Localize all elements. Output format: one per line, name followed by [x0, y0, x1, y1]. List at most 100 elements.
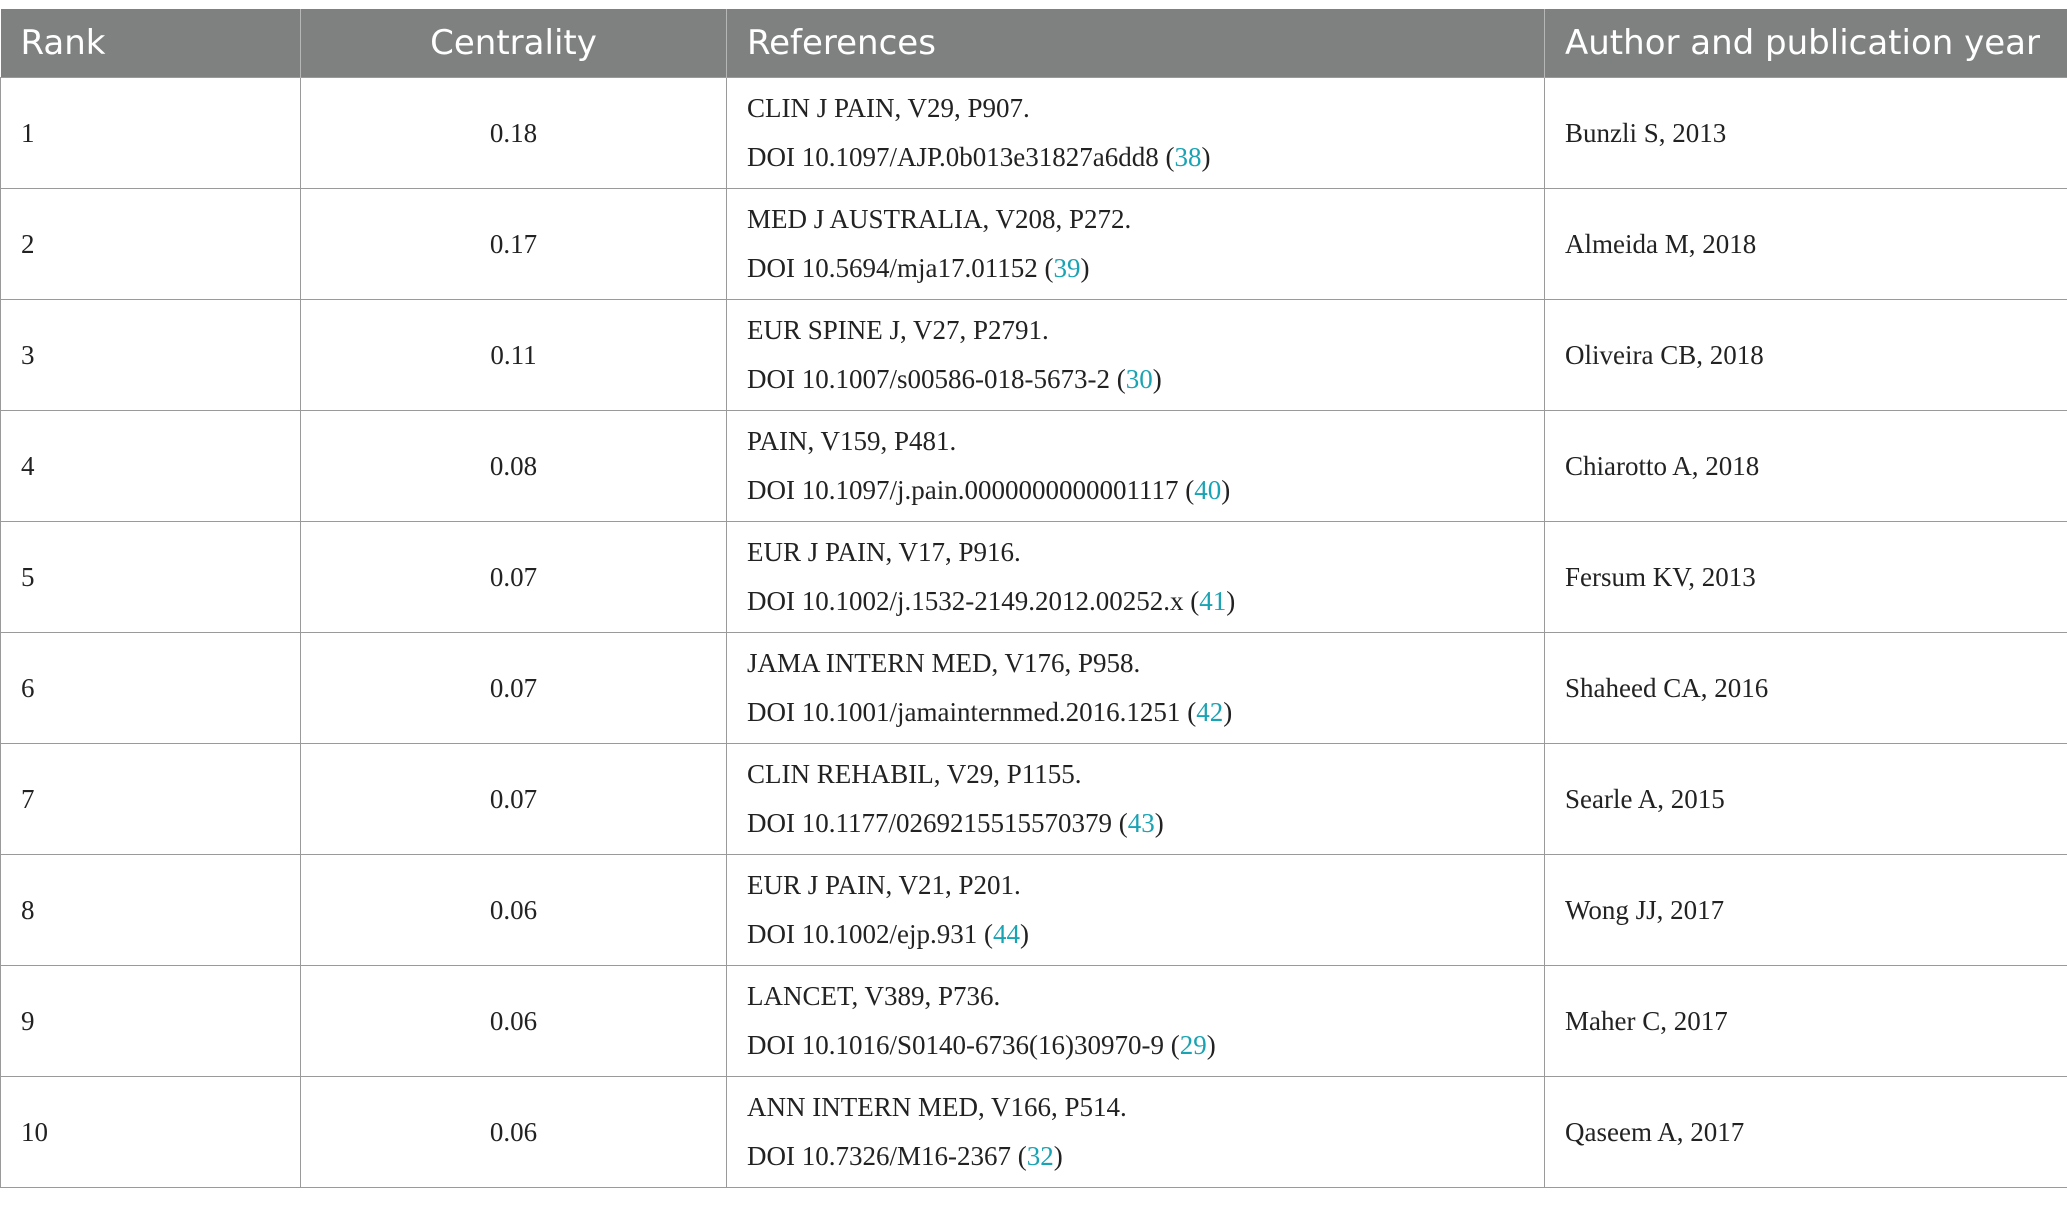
citation-close-paren: )	[1080, 253, 1090, 283]
citation-open-paren: (	[1011, 1141, 1027, 1171]
table-row: 8 0.06 EUR J PAIN, V21, P201. DOI 10.1002/e…	[0, 854, 2067, 966]
reference-cell: EUR J PAIN, V21, P201. DOI 10.1002/ejp.93…	[726, 854, 1545, 966]
centrality-cell: 0.08	[300, 410, 727, 522]
table-row: 6 0.07 JAMA INTERN MED, V176, P958. DOI 10.…	[0, 632, 2067, 744]
citation-close-paren: )	[1226, 586, 1236, 616]
reference-source: MED J AUSTRALIA, V208, P272.	[747, 204, 1132, 234]
centrality-cell: 0.07	[300, 743, 727, 855]
reference-cell: MED J AUSTRALIA, V208, P272. DOI 10.5694/…	[726, 188, 1545, 300]
reference-doi: DOI 10.1001/jamainternmed.2016.1251	[747, 697, 1181, 727]
rank-cell: 8	[0, 854, 301, 966]
reference-doi: DOI 10.1007/s00586-018-5673-2	[747, 364, 1110, 394]
author-year-cell: Fersum KV, 2013	[1544, 521, 2067, 633]
rank-cell: 9	[0, 965, 301, 1077]
reference-source: JAMA INTERN MED, V176, P958.	[747, 648, 1141, 678]
author-year-cell: Shaheed CA, 2016	[1544, 632, 2067, 744]
centrality-cell: 0.18	[300, 77, 727, 189]
citation-link[interactable]: 44	[993, 919, 1020, 949]
citation-link[interactable]: 42	[1196, 697, 1223, 727]
centrality-cell: 0.07	[300, 632, 727, 744]
reference-doi-line: DOI 10.1007/s00586-018-5673-2 (30)	[747, 355, 1524, 404]
citation-close-paren: )	[1152, 364, 1162, 394]
reference-cell: CLIN REHABIL, V29, P1155. DOI 10.1177/026…	[726, 743, 1545, 855]
reference-doi-line: DOI 10.1002/j.1532-2149.2012.00252.x (41…	[747, 577, 1524, 626]
centrality-cell: 0.06	[300, 854, 727, 966]
reference-cell: PAIN, V159, P481. DOI 10.1097/j.pain.0000…	[726, 410, 1545, 522]
table-row: 9 0.06 LANCET, V389, P736. DOI 10.1016/S014…	[0, 965, 2067, 1077]
table-row: 5 0.07 EUR J PAIN, V17, P916. DOI 10.1002/j…	[0, 521, 2067, 633]
reference-source: EUR SPINE J, V27, P2791.	[747, 315, 1049, 345]
rank-cell: 1	[0, 77, 301, 189]
author-year-cell: Searle A, 2015	[1544, 743, 2067, 855]
reference-doi-line: DOI 10.1001/jamainternmed.2016.1251 (42)	[747, 688, 1524, 737]
citation-link[interactable]: 29	[1180, 1030, 1207, 1060]
reference-source: ANN INTERN MED, V166, P514.	[747, 1092, 1127, 1122]
header-references: References	[726, 9, 1545, 78]
citation-open-paren: (	[1112, 808, 1128, 838]
rank-cell: 5	[0, 521, 301, 633]
centrality-references-table: Rank Centrality References Author and pu…	[0, 9, 2067, 1188]
header-author-year: Author and publication year	[1544, 9, 2067, 78]
citation-close-paren: )	[1154, 808, 1164, 838]
table-row: 1 0.18 CLIN J PAIN, V29, P907. DOI 10.1097/…	[0, 77, 2067, 189]
header-centrality: Centrality	[300, 9, 727, 78]
citation-link[interactable]: 43	[1128, 808, 1155, 838]
table-row: 3 0.11 EUR SPINE J, V27, P2791. DOI 10.1007…	[0, 299, 2067, 411]
author-year-cell: Maher C, 2017	[1544, 965, 2067, 1077]
centrality-cell: 0.17	[300, 188, 727, 300]
citation-close-paren: )	[1201, 142, 1211, 172]
citation-link[interactable]: 32	[1027, 1141, 1054, 1171]
author-year-cell: Wong JJ, 2017	[1544, 854, 2067, 966]
table-row: 2 0.17 MED J AUSTRALIA, V208, P272. DOI 10.…	[0, 188, 2067, 300]
citation-link[interactable]: 38	[1175, 142, 1202, 172]
citation-open-paren: (	[1037, 253, 1054, 283]
rank-cell: 7	[0, 743, 301, 855]
centrality-cell: 0.11	[300, 299, 727, 411]
table-row: 7 0.07 CLIN REHABIL, V29, P1155. DOI 10.117…	[0, 743, 2067, 855]
reference-doi-line: DOI 10.7326/M16-2367 (32)	[747, 1132, 1524, 1181]
table-row: 10 0.06 ANN INTERN MED, V166, P514. DOI 10.…	[0, 1076, 2067, 1188]
rank-cell: 3	[0, 299, 301, 411]
reference-source: PAIN, V159, P481.	[747, 426, 957, 456]
reference-cell: JAMA INTERN MED, V176, P958. DOI 10.1001/…	[726, 632, 1545, 744]
reference-doi: DOI 10.1002/j.1532-2149.2012.00252.x	[747, 586, 1184, 616]
rank-cell: 10	[0, 1076, 301, 1188]
author-year-cell: Bunzli S, 2013	[1544, 77, 2067, 189]
citation-open-paren: (	[1163, 1030, 1180, 1060]
reference-doi: DOI 10.1097/j.pain.0000000000001117	[747, 475, 1179, 505]
citation-open-paren: (	[1180, 697, 1197, 727]
citation-link[interactable]: 41	[1199, 586, 1226, 616]
reference-cell: CLIN J PAIN, V29, P907. DOI 10.1097/AJP.0…	[726, 77, 1545, 189]
citation-open-paren: (	[1109, 364, 1126, 394]
centrality-cell: 0.06	[300, 965, 727, 1077]
citation-open-paren: (	[1178, 475, 1195, 505]
citation-open-paren: (	[1158, 142, 1175, 172]
reference-doi-line: DOI 10.1177/0269215515570379 (43)	[747, 799, 1524, 848]
reference-doi: DOI 10.7326/M16-2367	[747, 1141, 1011, 1171]
citation-open-paren: (	[1183, 586, 1200, 616]
citation-close-paren: )	[1221, 475, 1231, 505]
citation-link[interactable]: 40	[1194, 475, 1221, 505]
citation-link[interactable]: 39	[1053, 253, 1080, 283]
table-body: 1 0.18 CLIN J PAIN, V29, P907. DOI 10.1097/…	[0, 77, 2067, 1188]
centrality-cell: 0.06	[300, 1076, 727, 1188]
author-year-cell: Chiarotto A, 2018	[1544, 410, 2067, 522]
reference-doi: DOI 10.1097/AJP.0b013e31827a6dd8	[747, 142, 1159, 172]
author-year-cell: Qaseem A, 2017	[1544, 1076, 2067, 1188]
reference-doi-line: DOI 10.5694/mja17.01152 (39)	[747, 244, 1524, 293]
reference-doi: DOI 10.1177/0269215515570379	[747, 808, 1112, 838]
header-row: Rank Centrality References Author and pu…	[0, 9, 2067, 78]
citation-close-paren: )	[1223, 697, 1233, 727]
citation-link[interactable]: 30	[1126, 364, 1153, 394]
citation-close-paren: )	[1206, 1030, 1216, 1060]
rank-cell: 4	[0, 410, 301, 522]
reference-source: EUR J PAIN, V21, P201.	[747, 870, 1021, 900]
reference-doi-line: DOI 10.1097/j.pain.0000000000001117 (40)	[747, 466, 1524, 515]
reference-cell: LANCET, V389, P736. DOI 10.1016/S0140-673…	[726, 965, 1545, 1077]
rank-cell: 6	[0, 632, 301, 744]
centrality-cell: 0.07	[300, 521, 727, 633]
reference-source: CLIN J PAIN, V29, P907.	[747, 93, 1030, 123]
rank-cell: 2	[0, 188, 301, 300]
reference-source: EUR J PAIN, V17, P916.	[747, 537, 1021, 567]
header-rank: Rank	[0, 9, 301, 78]
